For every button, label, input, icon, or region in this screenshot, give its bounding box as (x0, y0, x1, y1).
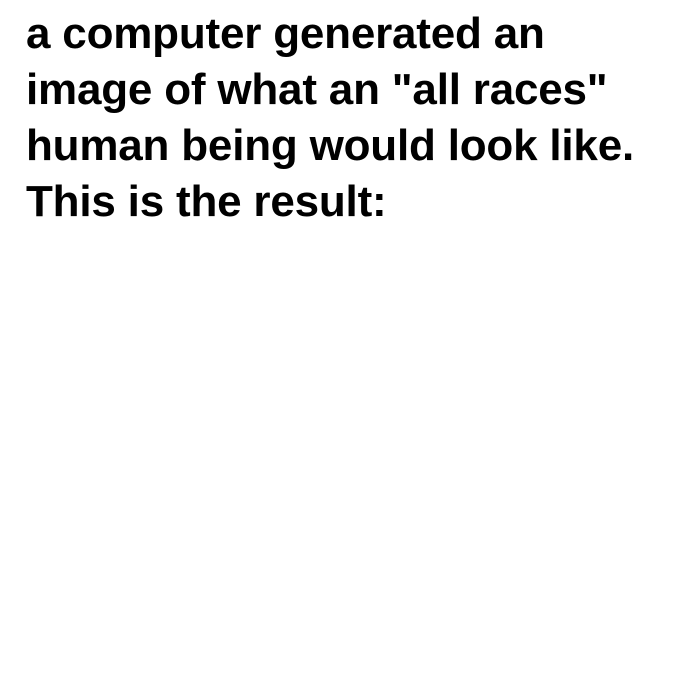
caption-line-4: This is the result: (26, 177, 387, 226)
caption-text: a computer generated an image of what an… (26, 6, 696, 230)
caption-line-1: a computer generated an (26, 9, 545, 58)
caption-line-2: image of what an "all races" (26, 65, 608, 114)
blank-result-area (0, 232, 700, 700)
caption-line-3: human being would look like. (26, 121, 634, 170)
